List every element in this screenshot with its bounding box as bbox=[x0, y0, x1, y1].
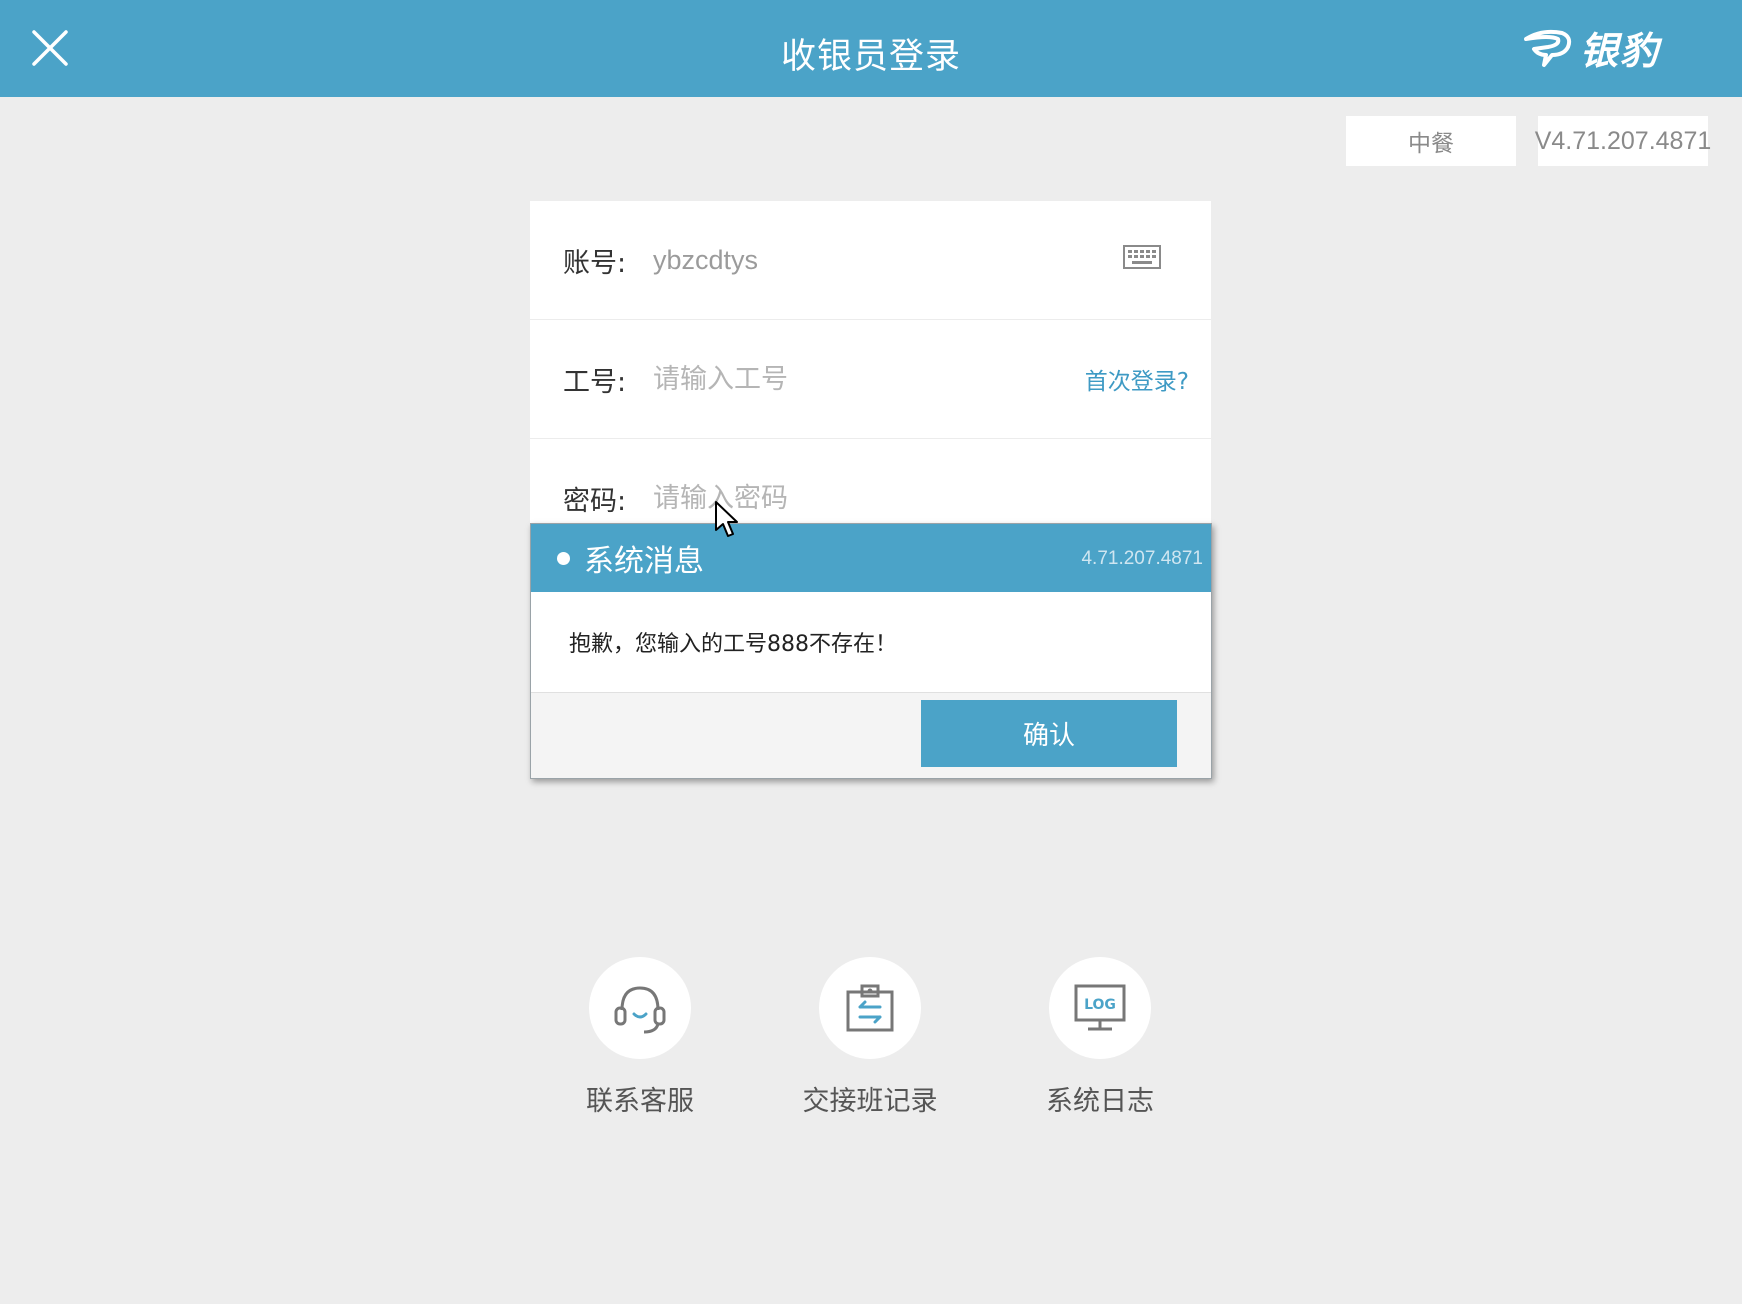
system-log-button[interactable]: LOG 系统日志 bbox=[1000, 957, 1200, 1118]
page-title: 收银员登录 bbox=[780, 37, 961, 77]
dialog-message: 抱歉，您输入的工号888不存在！ bbox=[531, 592, 1211, 693]
clipboard-exchange-icon bbox=[846, 984, 894, 1032]
account-label: 账号: bbox=[563, 247, 627, 279]
keyboard-icon bbox=[1123, 245, 1161, 269]
confirm-button[interactable]: 确认 bbox=[921, 700, 1177, 767]
mouse-cursor-icon bbox=[715, 501, 738, 537]
log-icon-text: LOG bbox=[1084, 997, 1116, 1013]
job-number-input[interactable] bbox=[653, 363, 1053, 395]
log-monitor-icon: LOG bbox=[1074, 984, 1126, 1031]
version-tag: V4.71.207.4871 bbox=[1535, 116, 1711, 166]
account-row: 账号: bbox=[530, 201, 1211, 320]
shift-circle bbox=[819, 957, 921, 1059]
dot-icon bbox=[557, 551, 570, 565]
password-label: 密码: bbox=[563, 485, 627, 517]
job-number-label: 工号: bbox=[563, 366, 627, 398]
title-bar: 收银员登录 银豹 bbox=[0, 0, 1742, 97]
shift-record-button[interactable]: 交接班记录 bbox=[770, 957, 970, 1118]
dialog-message-text: 抱歉，您输入的工号888不存在！ bbox=[569, 632, 897, 657]
job-number-row: 工号: 首次登录? bbox=[530, 320, 1211, 439]
dialog-version: 4.71.207.4871 bbox=[1081, 548, 1203, 569]
keyboard-button[interactable] bbox=[1123, 245, 1161, 273]
account-input[interactable] bbox=[653, 244, 1053, 276]
login-form: 账号: 工号: 首次登录? 密码: bbox=[530, 201, 1211, 541]
dialog-header: 系统消息 4.71.207.4871 bbox=[531, 524, 1211, 592]
contact-support-button[interactable]: 联系客服 bbox=[540, 957, 740, 1118]
password-input[interactable] bbox=[653, 482, 1053, 514]
first-login-link[interactable]: 首次登录? bbox=[1085, 362, 1189, 396]
shift-label: 交接班记录 bbox=[802, 1086, 938, 1117]
business-type-tag: 中餐 bbox=[1346, 116, 1516, 166]
dialog-footer: 确认 bbox=[531, 693, 1211, 778]
system-message-dialog: 系统消息 4.71.207.4871 抱歉，您输入的工号888不存在！ 确认 bbox=[530, 523, 1212, 779]
support-label: 联系客服 bbox=[586, 1086, 694, 1117]
log-circle: LOG bbox=[1049, 957, 1151, 1059]
brand-name: 银豹 bbox=[1580, 28, 1661, 73]
support-circle bbox=[589, 957, 691, 1059]
headset-icon bbox=[614, 986, 666, 1034]
log-label: 系统日志 bbox=[1046, 1086, 1154, 1117]
leopard-logo-icon bbox=[1524, 29, 1572, 67]
brand-logo: 银豹 bbox=[1522, 22, 1661, 73]
dialog-title: 系统消息 bbox=[584, 544, 704, 579]
